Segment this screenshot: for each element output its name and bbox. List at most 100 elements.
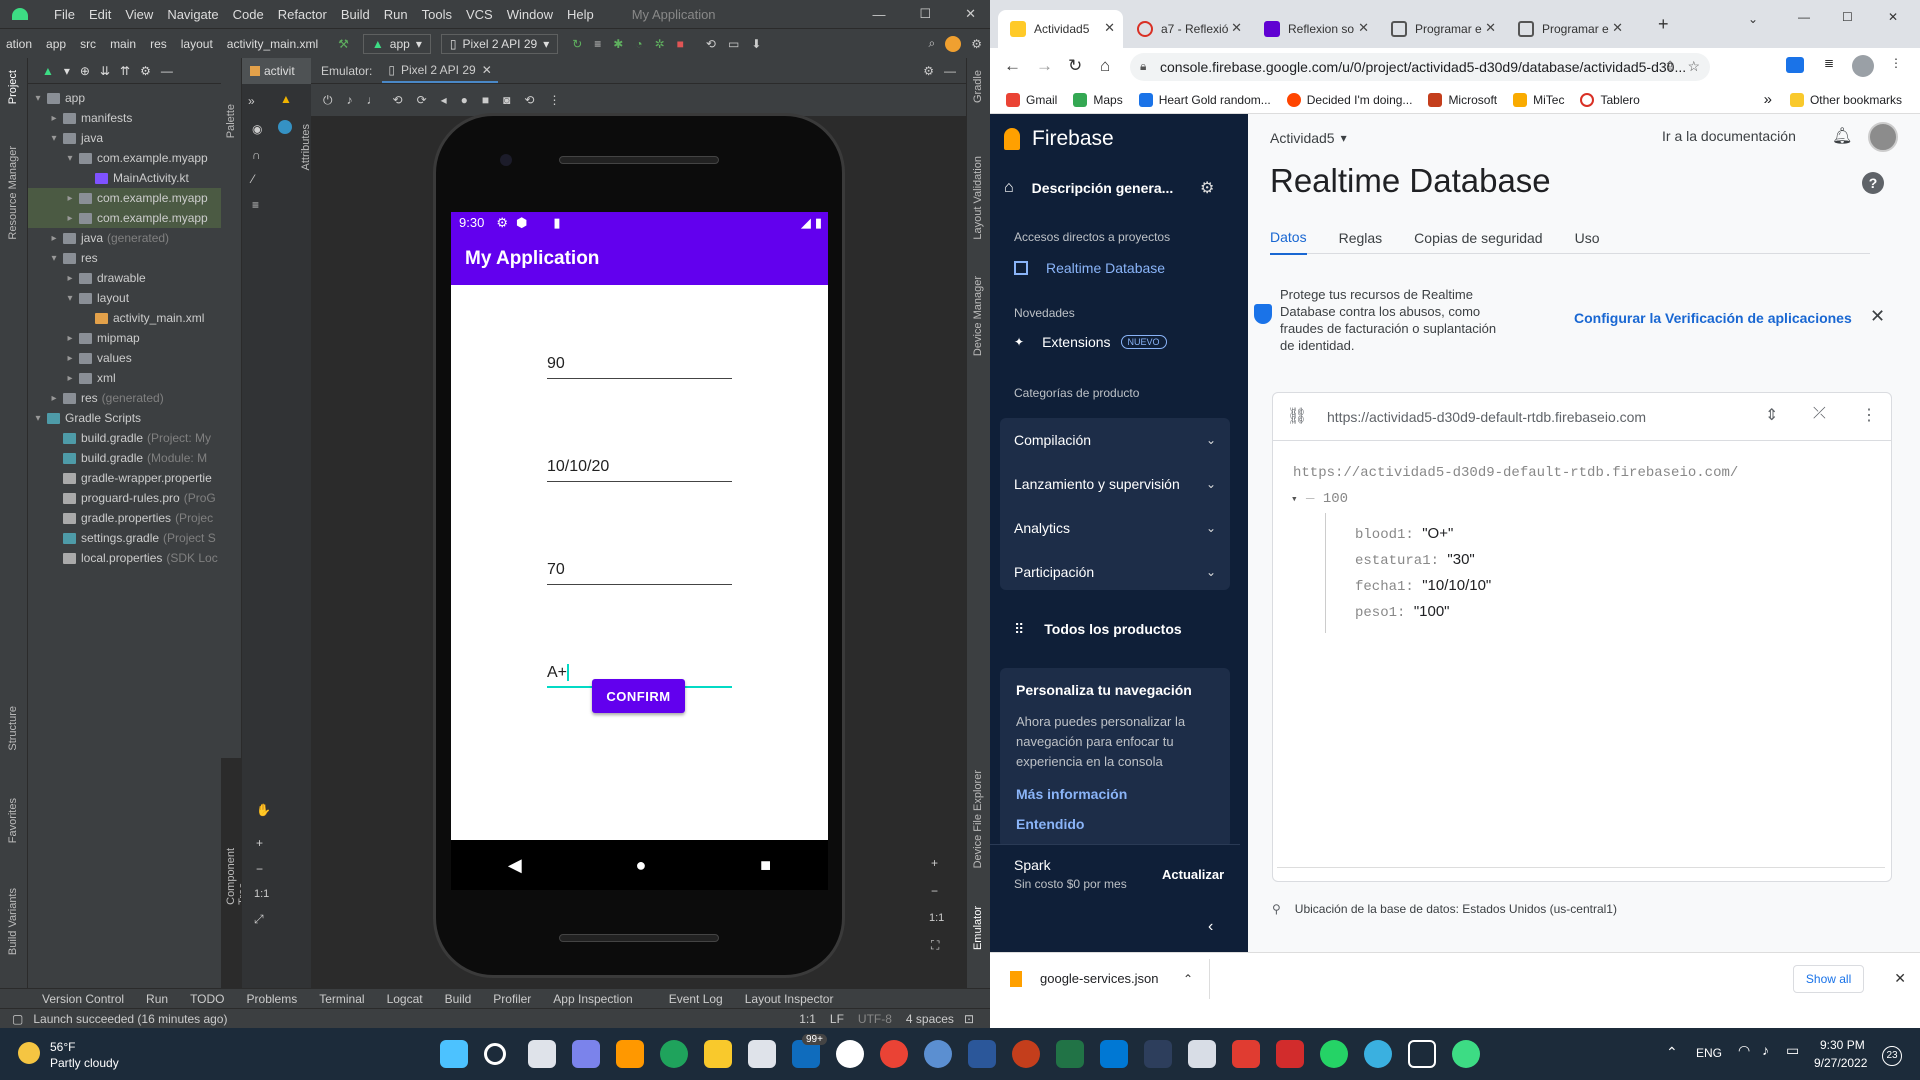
project-tree-item[interactable]: settings.gradle (Project S [28,528,221,548]
entry-row[interactable]: estatura1: "30" [1355,551,1475,569]
encoding[interactable]: UTF-8 [858,1012,892,1026]
banner-link[interactable]: Configurar la Verificación de aplicacion… [1574,310,1852,326]
expand-all-icon[interactable]: ⇊ [100,64,110,78]
project-tree-item[interactable]: local.properties (SDK Loc [28,548,221,568]
volume-icon[interactable]: ♪ [1762,1042,1769,1058]
clock-time[interactable]: 9:30 PM [1820,1038,1865,1052]
category-compilacion[interactable]: Compilación ⌄ [1000,418,1230,462]
expand-arrow-icon[interactable]: ▸ [64,213,76,224]
db-url[interactable]: https://actividad5-d30d9-default-rtdb.fi… [1327,409,1646,425]
project-tree-item[interactable]: ▸ res (generated) [28,388,221,408]
emulator-tool-tab[interactable]: Emulator [972,906,984,950]
search-icon[interactable]: ⌕ [929,36,936,51]
device-manager-icon[interactable]: ▭ [728,37,739,51]
logcat-tab[interactable]: Logcat [387,992,423,1006]
android-view-icon[interactable]: ▲ [42,64,54,78]
app-icon[interactable] [1188,1040,1216,1068]
chevron-up-icon[interactable]: ⌃ [1183,972,1193,986]
emulator-tab[interactable]: ▯ Pixel 2 API 29 ✕ [382,59,498,83]
project-overview[interactable]: ⌂ Descripción genera... [990,166,1220,210]
project-tree-item[interactable]: ▸ com.example.myapp [28,208,221,228]
project-tree-item[interactable]: build.gradle (Module: M [28,448,221,468]
project-tree-item[interactable]: ▾ layout [28,288,221,308]
menu-build[interactable]: Build [341,7,370,22]
bookmark-tablero[interactable]: Tablero [1580,92,1640,107]
wifi-icon[interactable]: ◠ [1738,1042,1750,1059]
share-icon[interactable]: ⇪ [1664,58,1676,75]
collapse-sidebar-icon[interactable]: ‹ [1208,918,1213,936]
close-icon[interactable]: ✕ [965,6,976,22]
menu-run[interactable]: Run [384,7,408,22]
battery-icon[interactable]: ▭ [1786,1042,1799,1059]
whatsapp-icon[interactable] [1320,1040,1348,1068]
magnet-icon[interactable]: ∩ [252,148,261,162]
device-select[interactable]: ▯ Pixel 2 API 29 ▾ [440,33,559,54]
breadcrumb-item[interactable]: layout [181,37,213,51]
gradle-tool-tab[interactable]: Gradle [972,70,984,103]
project-tree-item[interactable]: ▸ mipmap [28,328,221,348]
wand-icon[interactable]: ⁄ [252,172,254,186]
forward-icon[interactable]: → [1036,56,1053,76]
language-indicator[interactable]: ENG [1696,1046,1722,1060]
project-tree-item[interactable]: proguard-rules.pro (ProG [28,488,221,508]
line-separator[interactable]: LF [830,1012,844,1026]
fit-icon[interactable]: ⤢ [254,912,264,927]
help-icon[interactable]: ? [1862,172,1884,194]
extensions-link[interactable]: ✦ Extensions NUEVO [1014,328,1167,356]
todo-tab[interactable]: TODO [190,992,224,1006]
favorites-tool-tab[interactable]: Favorites [7,798,19,843]
entry-row[interactable]: peso1: "100" [1355,603,1450,621]
project-tree-item[interactable]: ▾ java [28,128,221,148]
root-url[interactable]: https://actividad5-d30d9-default-rtdb.fi… [1293,465,1738,481]
close-icon[interactable]: ✕ [1888,10,1898,24]
editor-tab[interactable]: activit [242,58,312,84]
run-config-select[interactable]: ▲ app ▾ [362,33,431,54]
volume-up-icon[interactable]: ♪ [347,93,353,107]
project-tree-item[interactable]: ▸ xml [28,368,221,388]
profiler-tab[interactable]: Profiler [493,992,531,1006]
adobe-icon[interactable] [1276,1040,1304,1068]
chrome-icon[interactable] [880,1040,908,1068]
powerpoint-icon[interactable] [1012,1040,1040,1068]
gear-icon[interactable]: ⚙ [923,64,934,78]
docs-link[interactable]: Ir a la documentación [1662,128,1796,144]
clock-date[interactable]: 9/27/2022 [1814,1056,1867,1070]
home-icon[interactable]: ● [461,93,468,107]
locate-icon[interactable]: ⊕ [80,64,90,78]
address-bar[interactable]: 🔒︎ console.firebase.google.com/u/0/proje… [1130,53,1710,81]
zoom-ratio-label[interactable]: 1:1 [929,912,944,924]
project-tree-item[interactable]: ▾ Gradle Scripts [28,408,221,428]
collapse-icon[interactable]: ⤫ [1813,405,1826,423]
weather-text[interactable]: Partly cloudy [50,1056,119,1070]
browser-tab[interactable]: a7 - Reflexió ✕ [1125,10,1250,48]
home-icon[interactable]: ⌂ [1100,56,1110,76]
zoom-ratio-label[interactable]: 1:1 [254,888,269,900]
zoom-out-icon[interactable]: − [931,884,938,898]
close-icon[interactable]: ✕ [1894,970,1906,987]
project-tree-item[interactable]: ▾ res [28,248,221,268]
alien-icon[interactable] [836,1040,864,1068]
entry-row[interactable]: fecha1: "10/10/10" [1355,577,1491,595]
menu-code[interactable]: Code [233,7,264,22]
weather-temp[interactable]: 56°F [50,1040,75,1054]
new-tab-icon[interactable]: + [1658,14,1669,35]
menu-refactor[interactable]: Refactor [278,7,327,22]
date-field[interactable]: 10/10/20 [547,458,732,482]
understood-link[interactable]: Entendido [1016,816,1214,832]
home-button[interactable]: ● [636,855,647,876]
minimize-icon[interactable]: — [1798,10,1810,24]
build-variants-tool-tab[interactable]: Build Variants [7,888,19,955]
project-tree-item[interactable]: build.gradle (Project: My [28,428,221,448]
menu-window[interactable]: Window [507,7,553,22]
category-lanzamiento[interactable]: Lanzamiento y supervisión ⌄ [1000,462,1230,506]
help-icon[interactable] [278,120,292,134]
project-tree-item[interactable]: gradle-wrapper.propertie [28,468,221,488]
build-tab[interactable]: Build [445,992,472,1006]
tab-search-icon[interactable]: ⌄ [1748,12,1758,26]
expand-arrow-icon[interactable]: ▸ [64,353,76,364]
problems-tab[interactable]: Problems [247,992,298,1006]
browser-tab[interactable]: Programar e ✕ [1379,10,1504,48]
profile-icon[interactable]: ◔ [635,37,642,51]
edge-icon[interactable] [660,1040,688,1068]
edge-dev-icon[interactable] [1364,1040,1392,1068]
